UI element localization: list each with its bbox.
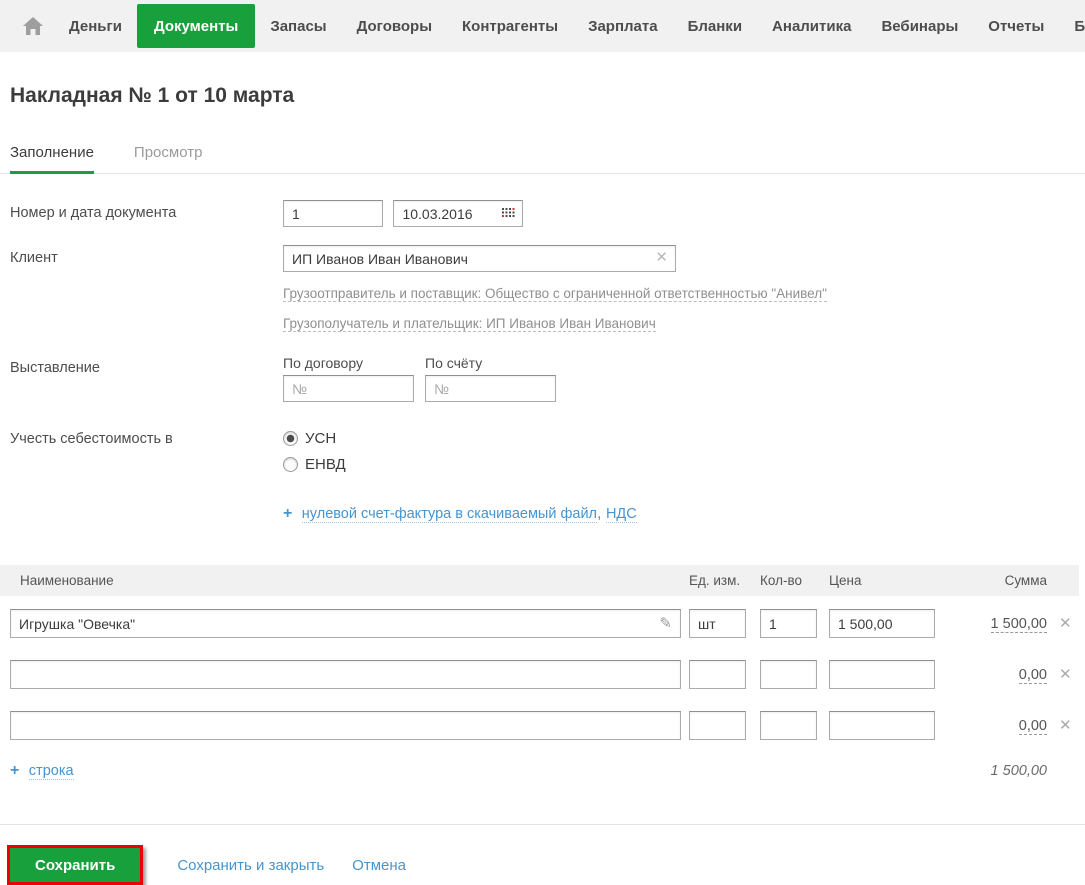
- document-tabs: Заполнение Просмотр: [0, 138, 1085, 174]
- row-extra-links: + нулевой счет-фактура в скачиваемый фай…: [0, 505, 1085, 523]
- nav-item-reports[interactable]: Отчеты: [973, 0, 1059, 52]
- row-number-date: Номер и дата документа: [0, 200, 1085, 227]
- item-price-input[interactable]: [829, 660, 935, 689]
- nav-item-counterparties[interactable]: Контрагенты: [447, 0, 573, 52]
- home-icon: [22, 16, 44, 36]
- nav-item-analytics[interactable]: Аналитика: [757, 0, 866, 52]
- row-client: Клиент ✕ Грузоотправитель и поставщик: О…: [0, 245, 1085, 345]
- envd-radio[interactable]: [283, 457, 298, 472]
- page-title: Накладная № 1 от 10 марта: [10, 84, 295, 107]
- tab-preview[interactable]: Просмотр: [134, 138, 203, 173]
- item-name-input[interactable]: [10, 660, 681, 689]
- links-separator: ,: [597, 505, 602, 522]
- footer-actions: Сохранить Сохранить и закрыть Отмена: [7, 845, 1085, 885]
- top-navigation: Деньги Документы Запасы Договоры Контраг…: [0, 0, 1085, 52]
- table-row: 0,00 ✕: [0, 660, 1085, 689]
- document-number-input[interactable]: [283, 200, 383, 227]
- plus-icon: +: [10, 762, 20, 779]
- nav-item-forms[interactable]: Бланки: [673, 0, 757, 52]
- nav-item-money[interactable]: Деньги: [54, 0, 137, 52]
- delete-row-icon[interactable]: ✕: [1047, 717, 1072, 734]
- item-unit-input[interactable]: [689, 711, 746, 740]
- by-contract-label: По договору: [283, 355, 363, 371]
- item-price-input[interactable]: [829, 609, 935, 638]
- nav-item-webinars[interactable]: Вебинары: [866, 0, 973, 52]
- header-price: Цена: [829, 573, 862, 588]
- nav-item-bureau[interactable]: Бюро: [1059, 0, 1085, 52]
- tab-fill[interactable]: Заполнение: [10, 138, 94, 174]
- radio-option-usn[interactable]: УСН: [283, 430, 346, 447]
- item-sum-value[interactable]: 0,00: [1018, 717, 1047, 735]
- issuing-label: Выставление: [10, 360, 100, 376]
- plus-icon: +: [283, 505, 293, 522]
- table-row: ✎ 1 500,00 ✕: [0, 609, 1085, 638]
- delete-row-icon[interactable]: ✕: [1047, 666, 1072, 683]
- client-label: Клиент: [10, 250, 58, 266]
- save-and-close-link[interactable]: Сохранить и закрыть: [177, 857, 324, 874]
- header-qty: Кол-во: [760, 573, 802, 588]
- save-button-highlight: Сохранить: [7, 845, 144, 885]
- nav-item-contracts[interactable]: Договоры: [342, 0, 447, 52]
- client-input[interactable]: [283, 245, 676, 272]
- invoice-form: Номер и дата документа 1 10.03.2016 Клие…: [0, 200, 1085, 523]
- item-name-input[interactable]: [10, 609, 681, 638]
- by-contract-input[interactable]: [283, 375, 414, 402]
- items-table-header: Наименование Ед. изм. Кол-во Цена Сумма: [0, 565, 1079, 596]
- shipper-supplier-link[interactable]: Грузоотправитель и поставщик: Общество с…: [283, 286, 827, 302]
- table-row: 0,00 ✕: [0, 711, 1085, 740]
- by-invoice-input[interactable]: [425, 375, 556, 402]
- item-sum-value[interactable]: 0,00: [1018, 666, 1047, 684]
- item-name-input[interactable]: [10, 711, 681, 740]
- number-date-label: Номер и дата документа: [10, 205, 177, 221]
- consignee-payer-link[interactable]: Грузополучатель и плательщик: ИП Иванов …: [283, 316, 656, 332]
- cancel-link[interactable]: Отмена: [352, 857, 406, 874]
- item-qty-input[interactable]: [760, 660, 817, 689]
- calendar-icon[interactable]: [502, 207, 515, 225]
- table-footer: + строка 1 500,00: [10, 762, 1079, 780]
- save-button[interactable]: Сохранить: [10, 848, 141, 882]
- nav-item-documents[interactable]: Документы: [136, 4, 256, 48]
- footer-divider: [0, 824, 1085, 825]
- item-price-input[interactable]: [829, 711, 935, 740]
- envd-radio-label: ЕНВД: [305, 456, 346, 473]
- delete-row-icon[interactable]: ✕: [1047, 615, 1072, 632]
- vat-link[interactable]: НДС: [605, 506, 637, 523]
- nav-item-stock[interactable]: Запасы: [255, 0, 341, 52]
- by-invoice-label: По счёту: [425, 355, 483, 371]
- usn-radio-label: УСН: [305, 430, 337, 447]
- cost-accounting-label: Учесть себестоимость в: [10, 431, 173, 447]
- add-row-link[interactable]: строка: [28, 763, 74, 780]
- item-unit-input[interactable]: [689, 609, 746, 638]
- zero-invoice-link[interactable]: нулевой счет-фактура в скачиваемый файл: [301, 506, 598, 523]
- nav-item-salary[interactable]: Зарплата: [573, 0, 673, 52]
- item-sum-value[interactable]: 1 500,00: [990, 615, 1047, 633]
- radio-option-envd[interactable]: ЕНВД: [283, 456, 346, 473]
- item-unit-input[interactable]: [689, 660, 746, 689]
- items-table: Наименование Ед. изм. Кол-во Цена Сумма …: [0, 565, 1085, 780]
- row-issuing: Выставление По договору По счёту: [0, 355, 1085, 402]
- item-qty-input[interactable]: [760, 711, 817, 740]
- total-sum: 1 500,00: [990, 763, 1047, 779]
- edit-pencil-icon[interactable]: ✎: [659, 614, 672, 632]
- item-qty-input[interactable]: [760, 609, 817, 638]
- header-sum: Сумма: [1004, 573, 1047, 588]
- row-cost-accounting: Учесть себестоимость в УСН ЕНВД: [0, 426, 1085, 473]
- clear-client-icon[interactable]: ✕: [655, 249, 668, 267]
- usn-radio[interactable]: [283, 431, 298, 446]
- home-button[interactable]: [18, 0, 54, 52]
- header-unit: Ед. изм.: [689, 573, 741, 588]
- header-name: Наименование: [20, 573, 114, 588]
